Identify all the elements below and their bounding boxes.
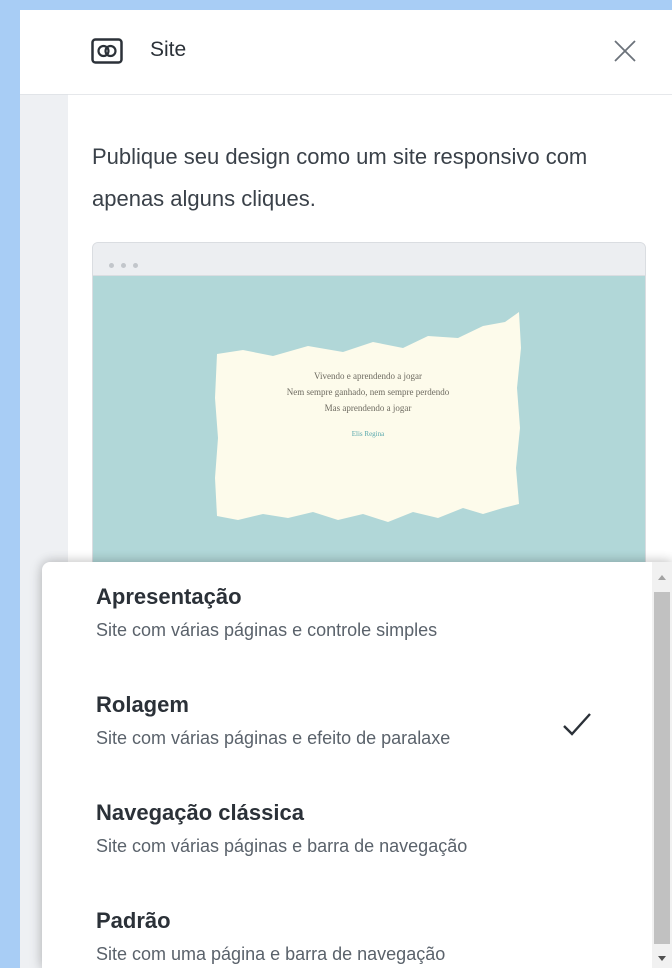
panel-description: Publique seu design como um site respons… [92, 144, 588, 211]
browser-chrome [93, 243, 645, 276]
option-name: Rolagem [96, 692, 189, 717]
poem-line-1: Vivendo e aprendendo a jogar [314, 371, 422, 381]
option-rolagem[interactable]: Rolagem Site com várias páginas e efeito… [96, 692, 616, 749]
site-preview: Vivendo e aprendendo a jogar Nem sempre … [92, 242, 646, 584]
option-navegacao-classica[interactable]: Navegação clássica Site com várias págin… [96, 800, 616, 857]
option-name: Apresentação [96, 584, 242, 609]
panel-header: Site [68, 10, 672, 95]
poem-line-3: Mas aprendendo a jogar [324, 403, 412, 413]
option-description: Site com várias páginas e barra de naveg… [96, 836, 468, 856]
checkmark-icon [560, 710, 594, 740]
site-icon [90, 36, 124, 66]
editor-left-strip-top [20, 10, 68, 95]
scrollbar-thumb[interactable] [654, 592, 670, 944]
dropdown-scrollbar[interactable] [652, 562, 672, 968]
poem-line-2: Nem sempre ganhado, nem sempre perdendo [286, 387, 450, 397]
option-description: Site com uma página e barra de navegação [96, 944, 446, 964]
scroll-up-arrow-icon[interactable] [652, 566, 672, 590]
option-description: Site com várias páginas e controle simpl… [96, 620, 438, 640]
option-name: Navegação clássica [96, 800, 304, 825]
option-name: Padrão [96, 908, 171, 933]
poem-signature: Elis Regina [351, 430, 385, 438]
option-padrao[interactable]: Padrão Site com uma página e barra de na… [96, 908, 616, 965]
scroll-down-arrow-icon[interactable] [652, 948, 672, 968]
site-type-dropdown: Apresentação Site com várias páginas e c… [42, 562, 672, 968]
close-icon[interactable] [610, 36, 640, 66]
preview-stage: Vivendo e aprendendo a jogar Nem sempre … [93, 276, 645, 583]
option-description: Site com várias páginas e efeito de para… [96, 728, 451, 748]
panel-title: Site [150, 38, 187, 61]
browser-dots-icon [109, 255, 145, 273]
preview-poem: Vivendo e aprendendo a jogar Nem sempre … [213, 368, 523, 442]
option-apresentacao[interactable]: Apresentação Site com várias páginas e c… [96, 584, 616, 641]
